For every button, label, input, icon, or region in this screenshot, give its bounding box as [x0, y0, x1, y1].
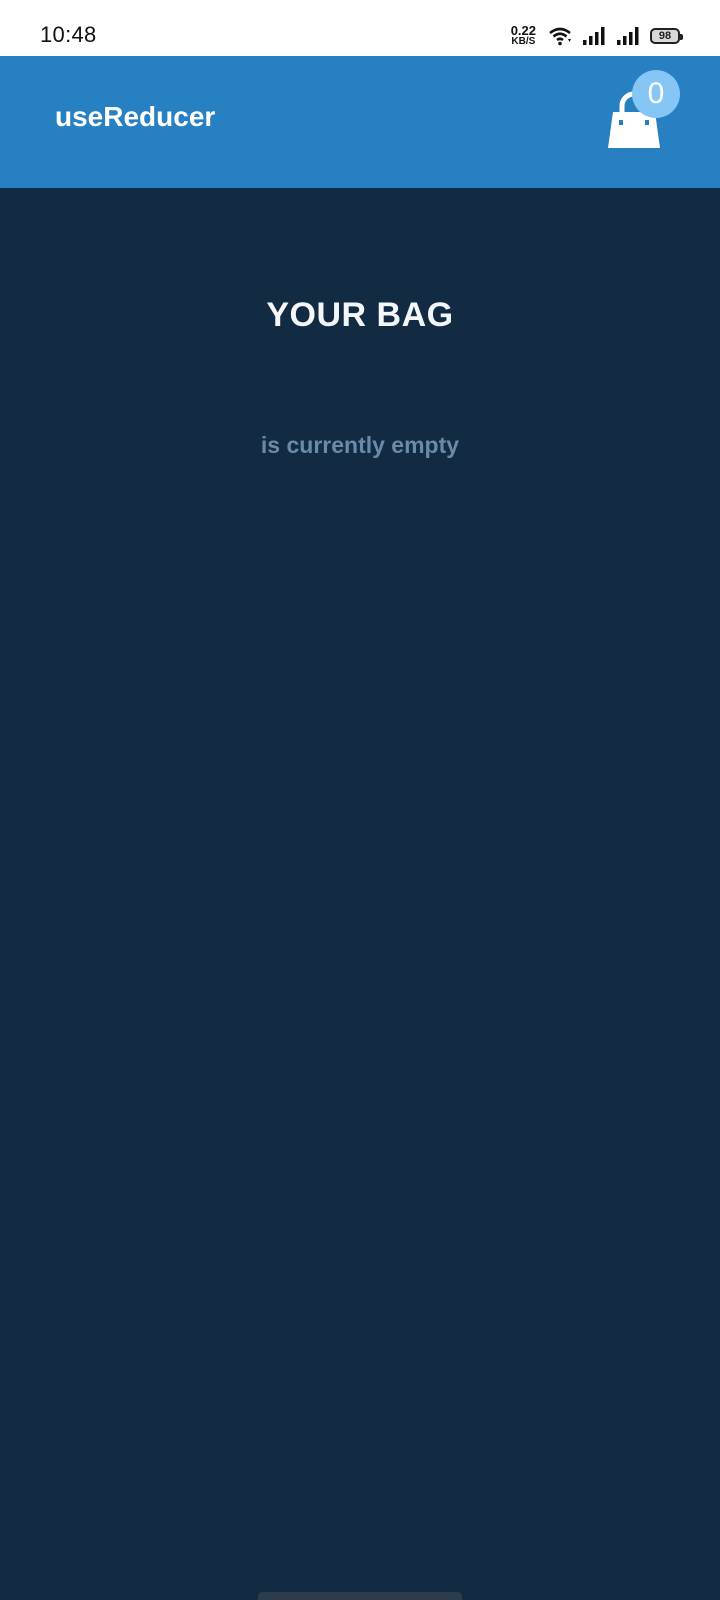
page-title: YOUR BAG: [266, 296, 454, 334]
cart-button[interactable]: 0: [600, 70, 680, 160]
status-bar: 10:48 0.22 KB/S 98: [0, 0, 720, 56]
signal-icon: [617, 27, 639, 45]
signal-icon: [583, 27, 605, 45]
network-speed: 0.22 KB/S: [510, 23, 536, 47]
home-indicator[interactable]: [258, 1592, 462, 1600]
app-bar: useReducer 0: [0, 56, 720, 188]
cart-count-badge: 0: [632, 70, 680, 118]
status-time: 10:48: [40, 22, 97, 47]
app-title: useReducer: [55, 101, 216, 132]
battery-level: 98: [658, 30, 672, 42]
network-speed-value: 0.22: [510, 23, 536, 38]
cart-container: YOUR BAG is currently empty: [0, 188, 720, 1600]
battery-icon: 98: [650, 28, 683, 44]
status-icons: 0.22 KB/S 98: [510, 22, 683, 50]
empty-cart-message: is currently empty: [260, 432, 460, 458]
wifi-icon: [549, 27, 571, 46]
network-speed-unit: KB/S: [511, 36, 536, 47]
